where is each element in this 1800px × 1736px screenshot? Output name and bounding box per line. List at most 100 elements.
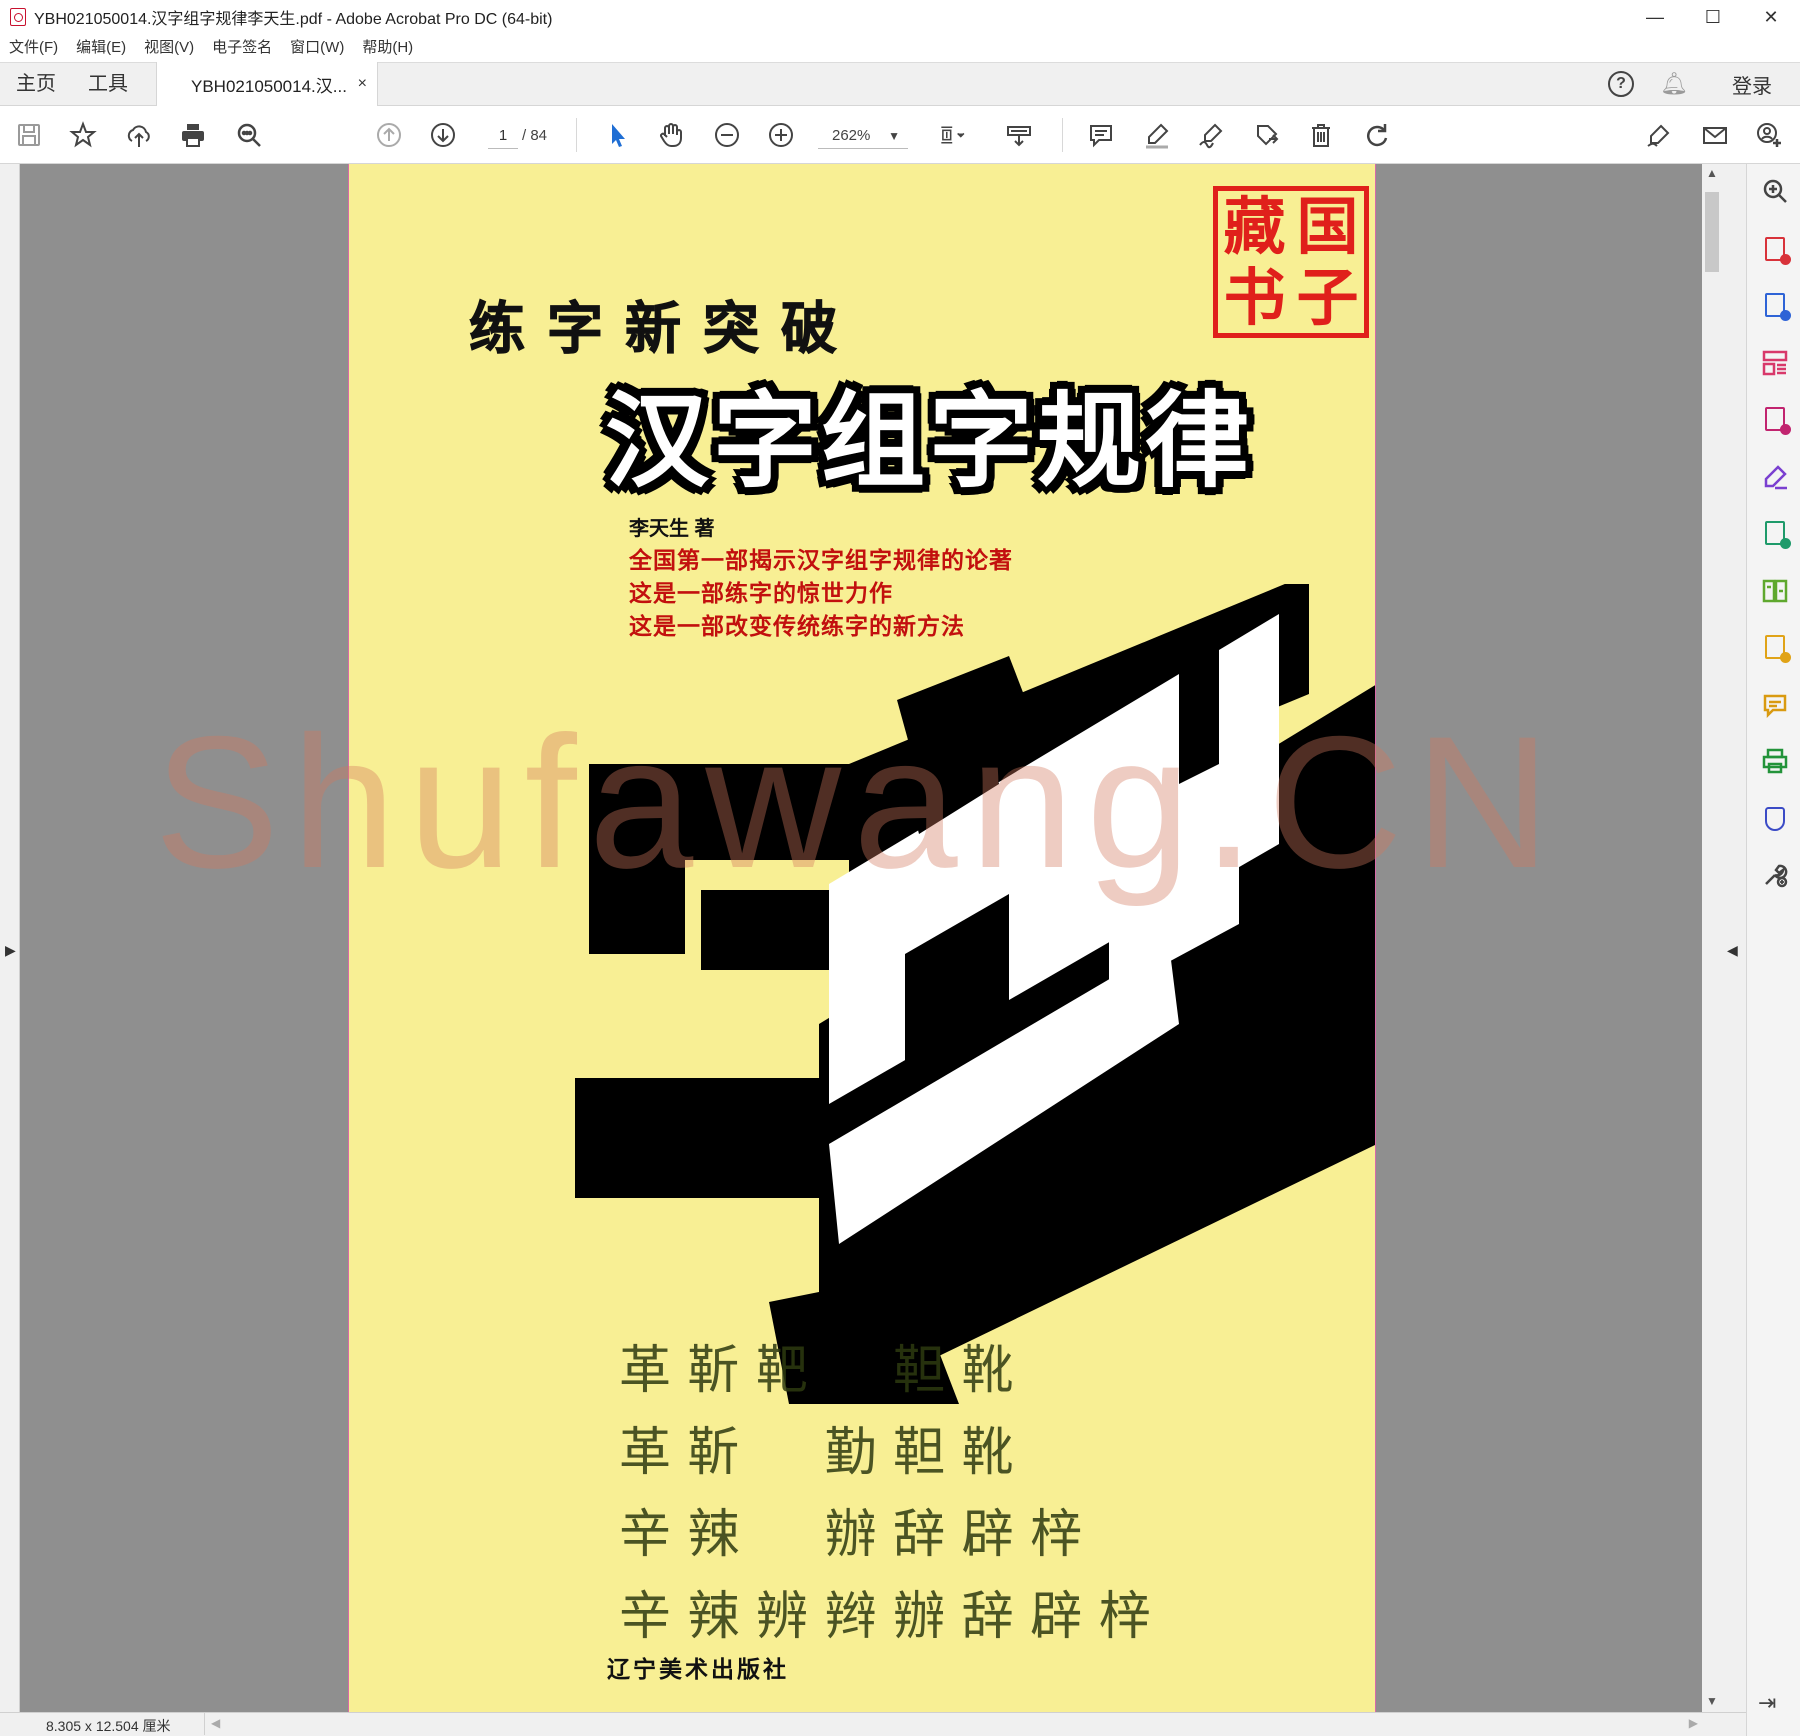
edit-pdf-icon[interactable] [1760, 404, 1791, 435]
status-bar: 8.305 x 12.504 厘米 ◀ ▶ [0, 1712, 1746, 1736]
publisher-seal: 藏 国 书 子 [1213, 186, 1369, 338]
calligraphy-row: 辛 辣 辨 辫 辦 辞 辟 梓 [619, 1586, 1151, 1647]
collapse-tools-pane-icon[interactable]: ⇥ [1758, 1690, 1776, 1716]
author-line: 李天生 著 [629, 518, 715, 540]
comment-icon[interactable] [1086, 120, 1116, 150]
close-tab-icon[interactable]: × [358, 75, 367, 93]
hand-tool-icon[interactable] [656, 120, 686, 150]
print-icon[interactable] [178, 120, 208, 150]
menu-edit[interactable]: 编辑(E) [67, 34, 135, 62]
right-panel-toggle[interactable]: ◀ [1722, 164, 1746, 1712]
star-icon[interactable] [68, 120, 98, 150]
seal-char: 子 [1296, 260, 1359, 334]
send-for-review-icon[interactable] [1760, 632, 1791, 663]
sign-icon[interactable] [1196, 120, 1226, 150]
menu-help[interactable]: 帮助(H) [353, 34, 422, 62]
select-cursor-icon[interactable] [602, 120, 632, 150]
zoom-out-icon[interactable] [712, 120, 742, 150]
scroll-up-icon[interactable]: ▲ [1706, 166, 1718, 180]
page-dimensions: 8.305 x 12.504 厘米 [46, 1718, 171, 1734]
maximize-button[interactable]: ☐ [1684, 0, 1742, 34]
seal-char: 国 [1296, 189, 1359, 263]
share-user-icon[interactable] [1754, 120, 1784, 150]
toolbar-separator [1062, 118, 1063, 152]
save-icon[interactable] [14, 120, 44, 150]
export-pdf-icon[interactable] [1760, 518, 1791, 549]
print-production-icon[interactable] [1760, 746, 1790, 776]
calligraphy-row: 革 靳 勤 靼 靴 [619, 1422, 1014, 1483]
big-zi-graphic [575, 584, 1375, 1404]
seal-char: 藏 [1223, 189, 1286, 263]
calligraphy-samples: 革 靳 靶 靼 靴 革 靳 勤 靼 靴 辛 辣 辦 辞 辟 梓 辛 辣 辨 辫 … [619, 1324, 1375, 1652]
highlight-pen-icon[interactable] [1142, 120, 1172, 150]
chevron-right-icon: ▶ [5, 942, 16, 958]
chevron-left-icon: ◀ [1727, 942, 1738, 958]
page-total: / 84 [522, 127, 548, 144]
menu-view[interactable]: 视图(V) [135, 34, 203, 62]
page-number-input[interactable]: 1 [488, 123, 518, 149]
seal-char: 书 [1223, 260, 1286, 334]
publisher-name: 辽宁美术出版社 [607, 1656, 789, 1682]
find-icon[interactable] [234, 120, 264, 150]
window-title: YBH021050014.汉字组字规律李天生.pdf - Adobe Acrob… [34, 11, 553, 28]
bell-icon[interactable]: 🔔︎ [1660, 71, 1688, 97]
zoom-level-select[interactable]: 262% ▼ [818, 123, 908, 149]
next-page-icon[interactable] [428, 120, 458, 150]
page-fit-icon[interactable] [938, 120, 968, 150]
trash-icon[interactable] [1306, 120, 1336, 150]
document-tab-label: YBH021050014.汉... [191, 76, 347, 96]
horizontal-scrollbar[interactable]: ◀ ▶ [204, 1713, 1704, 1735]
tab-document[interactable]: YBH021050014.汉... × [156, 62, 378, 106]
window-controls: — ☐ ✕ [1626, 0, 1800, 34]
enhance-scan-icon[interactable] [1760, 176, 1790, 206]
previous-page-icon[interactable] [374, 120, 404, 150]
vertical-scrollbar[interactable]: ▲ ▼ [1702, 164, 1722, 1712]
acrobat-pdf-icon [10, 8, 26, 26]
calligraphy-row: 革 靳 靶 靼 靴 [619, 1340, 1014, 1401]
menu-esign[interactable]: 电子签名 [203, 34, 281, 62]
compare-files-icon[interactable] [1760, 576, 1790, 606]
close-window-button[interactable]: ✕ [1742, 0, 1800, 34]
scroll-left-icon[interactable]: ◀ [211, 1716, 220, 1730]
toolbar-separator [576, 118, 577, 152]
email-icon[interactable] [1700, 120, 1730, 150]
tab-tools[interactable]: 工具 [72, 63, 144, 105]
rotate-icon[interactable] [1362, 120, 1392, 150]
organize-pages-icon[interactable] [1760, 348, 1790, 378]
help-icon[interactable]: ? [1608, 71, 1635, 97]
fill-and-sign-icon[interactable] [1760, 462, 1790, 492]
combine-files-icon[interactable] [1760, 290, 1791, 321]
scroll-thumb[interactable] [1705, 192, 1719, 272]
login-button[interactable]: 登录 [1732, 70, 1772, 99]
chevron-down-icon: ▼ [888, 129, 900, 143]
fill-sign-icon[interactable] [1644, 120, 1674, 150]
book-title: 汉字组字规律 [605, 380, 1254, 502]
menu-window[interactable]: 窗口(W) [281, 34, 353, 62]
slogan-line: 全国第一部揭示汉字组字规律的论著 [629, 547, 1013, 573]
title-bar: YBH021050014.汉字组字规律李天生.pdf - Adobe Acrob… [0, 0, 1800, 34]
protect-shield-icon[interactable] [1760, 804, 1790, 834]
scroll-down-icon[interactable]: ▼ [1706, 1694, 1718, 1708]
tools-pane [1746, 164, 1800, 1736]
pdf-page-cover: 藏 国 书 子 练字新突破 汉字组字规律 李天生 著 全国第一部揭示汉字组字规律… [348, 164, 1376, 1712]
zoom-in-icon[interactable] [766, 120, 796, 150]
document-viewer[interactable]: 藏 国 书 子 练字新突破 汉字组字规律 李天生 著 全国第一部揭示汉字组字规律… [20, 164, 1702, 1712]
series-title: 练字新突破 [469, 296, 859, 363]
more-tools-wrench-icon[interactable] [1760, 860, 1790, 890]
scroll-right-icon[interactable]: ▶ [1689, 1716, 1698, 1730]
keyboard-tool-icon[interactable] [1004, 120, 1034, 150]
cloud-upload-icon[interactable] [124, 120, 154, 150]
minimize-button[interactable]: — [1626, 0, 1684, 34]
zoom-level-value: 262% [832, 127, 871, 144]
tabbar-right: ? 🔔︎ 登录 [1608, 63, 1800, 105]
tab-home[interactable]: 主页 [0, 63, 72, 105]
export-tag-icon[interactable] [1252, 120, 1282, 150]
menu-bar: 文件(F) 编辑(E) 视图(V) 电子签名 窗口(W) 帮助(H) [0, 34, 1800, 62]
create-pdf-icon[interactable] [1760, 234, 1791, 265]
left-panel-toggle[interactable]: ▶ [0, 164, 20, 1712]
menu-file[interactable]: 文件(F) [0, 34, 67, 62]
toolbar: 1 / 84 262% ▼ [0, 106, 1800, 164]
comment-tool-icon[interactable] [1760, 690, 1790, 720]
calligraphy-row: 辛 辣 辦 辞 辟 梓 [619, 1504, 1083, 1565]
tab-bar: 主页 工具 YBH021050014.汉... × ? 🔔︎ 登录 [0, 62, 1800, 106]
